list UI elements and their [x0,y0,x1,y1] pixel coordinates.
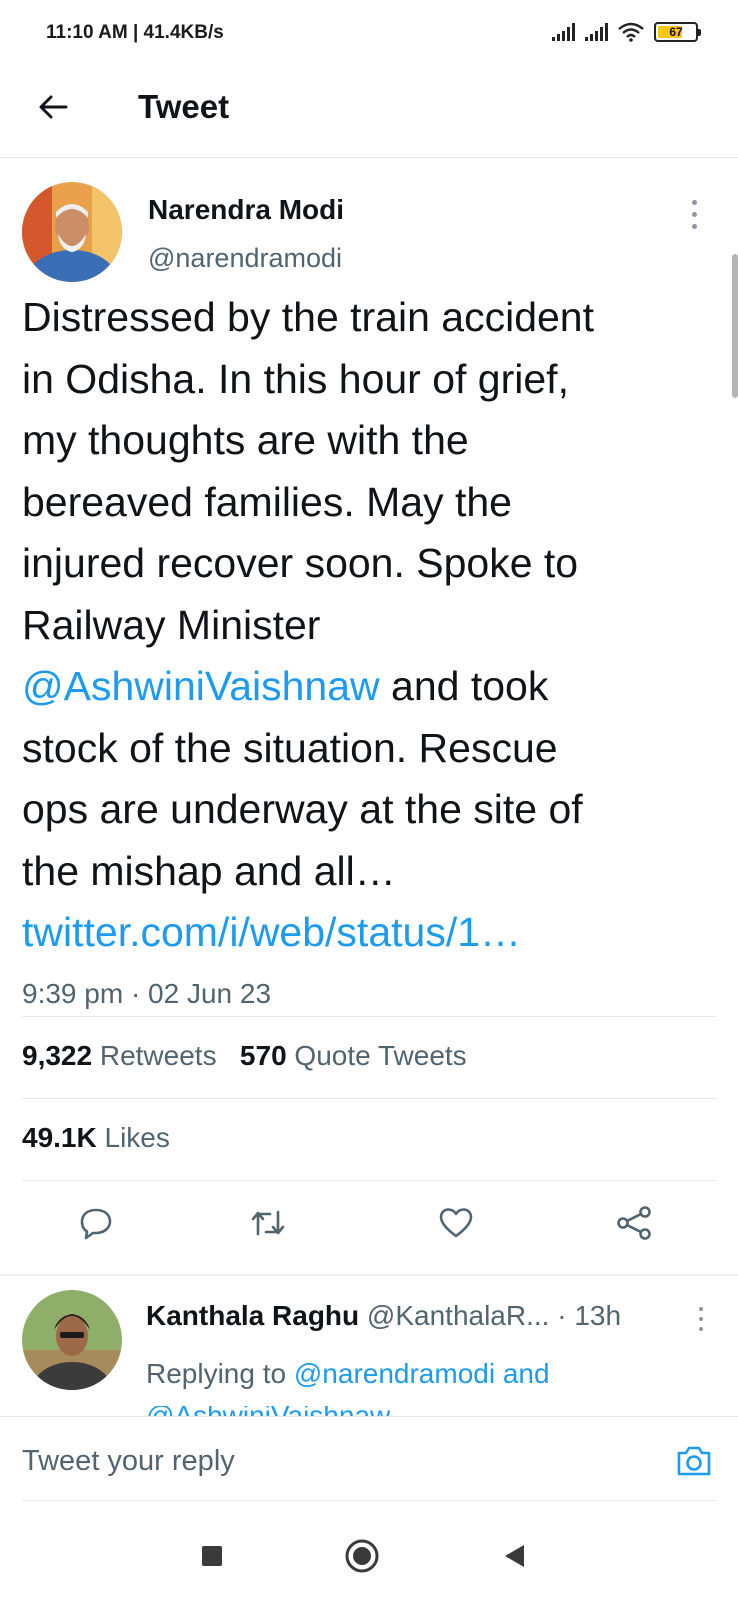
dot-icon [691,211,697,217]
status-bar: 11:10 AM | 41.4KB/s 67 [0,0,738,66]
dot-icon [699,1327,703,1331]
replying-to-link[interactable]: @narendramodi and [294,1358,550,1389]
tweet-actions [0,1201,738,1265]
reply-avatar-image [22,1290,122,1390]
tweet-timestamp: 9:39 pm · 02 Jun 23 [22,978,272,1009]
back-button[interactable] [30,84,76,130]
quote-count: 570 [239,1040,287,1071]
author-name[interactable]: Narendra Modi [148,194,344,226]
wifi-icon [618,22,644,42]
status-time: 11:10 AM | 41.4KB/s [46,22,224,43]
system-nav-bar [0,1504,738,1600]
reply-avatar[interactable] [22,1290,122,1390]
likes-count: 49.1K [22,1122,97,1153]
dot-icon [699,1317,703,1321]
signal-icon [552,23,575,41]
retweets-stat[interactable]: 9,322 Retweets [22,1040,217,1071]
engagement-stats: 9,322 Retweets 570 Quote Tweets [22,1040,467,1072]
signal-icon-2 [585,23,608,41]
heart-icon [439,1208,473,1238]
replying-prefix: Replying to [146,1358,287,1389]
mention-link[interactable]: @AshwiniVaishnaw [22,663,380,709]
quote-tweets-stat[interactable]: 570 Quote Tweets [240,1040,467,1071]
likes-stat[interactable]: 49.1K Likes [22,1122,170,1154]
tweet-line: bereaved families. May the [22,478,512,525]
retweet-button[interactable] [246,1201,290,1245]
dot-icon [691,223,697,229]
tweet-line: ops are underway at the site of [22,786,583,832]
divider [22,1500,716,1501]
dot-icon [691,199,697,205]
battery-level: 67 [669,25,683,39]
dot-icon [699,1307,703,1311]
reply-input[interactable] [22,1439,622,1483]
divider [22,1180,716,1181]
more-options-button[interactable] [684,196,704,232]
retweet-icon [251,1210,285,1236]
comment-icon [80,1208,112,1240]
divider [22,1098,716,1099]
camera-button[interactable] [672,1439,716,1483]
reply-meta: @KanthalaR... · 13h [366,1300,622,1331]
retweets-count: 9,322 [22,1040,93,1071]
quote-label: Quote Tweets [294,1040,467,1071]
section-divider [0,1274,738,1276]
arrow-left-icon [39,95,68,119]
circle-icon [345,1539,379,1573]
divider [22,1016,716,1017]
app-header: Tweet [0,66,738,158]
tweet-line: the mishap and all… [22,847,396,894]
tweet-line: my thoughts are with the [22,417,469,463]
scrollbar[interactable] [732,254,738,398]
status-icons: 67 [552,22,701,42]
tweet-line: Railway Minister [22,601,321,648]
author-avatar[interactable] [22,182,122,282]
replying-to: Replying to @narendramodi and [146,1358,550,1390]
share-icon [617,1206,651,1240]
square-icon [202,1546,222,1566]
mention-suffix: and took [379,663,549,709]
tweet-link[interactable]: twitter.com/i/web/status/1… [22,902,722,964]
tweet-line-mention: @AshwiniVaishnaw and took [22,656,722,718]
reply-header: Kanthala Raghu @KanthalaR... · 13h [146,1300,621,1332]
share-button[interactable] [612,1201,656,1245]
battery-icon: 67 [654,22,701,42]
likes-label: Likes [104,1122,170,1153]
reply-author-name[interactable]: Kanthala Raghu [146,1300,359,1331]
page-title: Tweet [138,88,230,125]
camera-icon [677,1446,711,1476]
reply-cut-text: @AshwiniVaishnaw [146,1406,390,1416]
reply-more-button[interactable] [695,1304,707,1334]
tweet-line: Distressed by the train accident [22,294,594,340]
retweets-label: Retweets [99,1040,217,1071]
tweet-line: injured recover soon. Spoke to [22,540,579,586]
back-nav-button[interactable] [494,1536,534,1576]
tweet-line: stock of the situation. Rescue [22,724,558,771]
reply-composer [0,1416,738,1504]
avatar-image [22,182,122,282]
like-button[interactable] [434,1201,478,1245]
triangle-back-icon [505,1545,524,1567]
author-handle[interactable]: @narendramodi [148,243,342,274]
reply-button[interactable] [74,1201,118,1245]
home-button[interactable] [342,1536,382,1576]
tweet-text: Distressed by the train accident in Odis… [22,287,722,964]
recents-button[interactable] [192,1536,232,1576]
tweet-line: in Odisha. In this hour of grief, [22,355,569,402]
